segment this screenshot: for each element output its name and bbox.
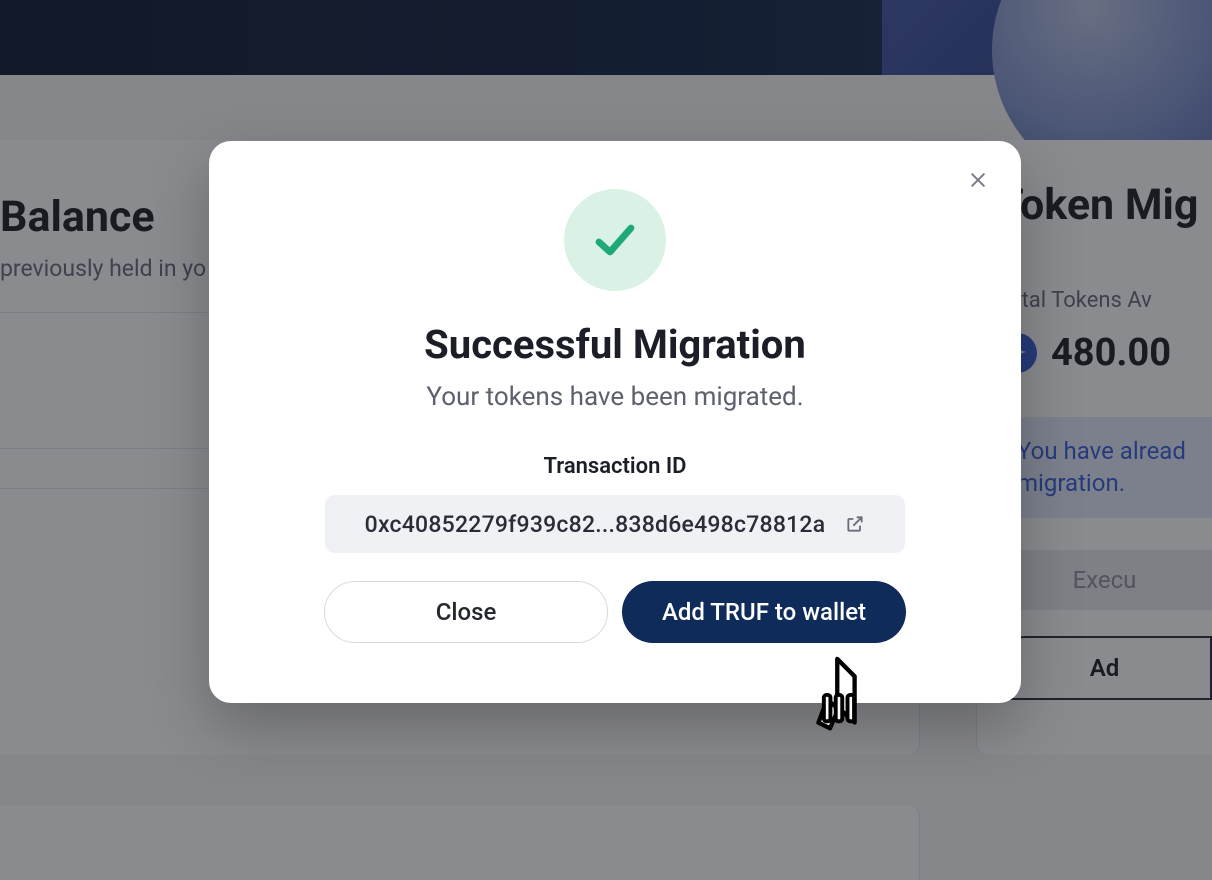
close-icon-button[interactable]	[963, 165, 993, 195]
transaction-id-label: Transaction ID	[544, 454, 687, 479]
modal-subtitle: Your tokens have been migrated.	[426, 382, 803, 412]
transaction-id-box[interactable]: 0xc40852279f939c82...838d6e498c78812a	[325, 495, 905, 553]
close-button[interactable]: Close	[324, 581, 608, 643]
modal-title: Successful Migration	[424, 321, 806, 368]
successful-migration-modal: Successful Migration Your tokens have be…	[209, 141, 1021, 703]
add-truf-to-wallet-button[interactable]: Add TRUF to wallet	[622, 581, 906, 643]
success-check-icon	[564, 189, 666, 291]
close-icon	[968, 170, 988, 190]
modal-button-row: Close Add TRUF to wallet	[324, 581, 906, 643]
transaction-id-value: 0xc40852279f939c82...838d6e498c78812a	[365, 511, 826, 538]
external-link-icon	[845, 514, 865, 534]
